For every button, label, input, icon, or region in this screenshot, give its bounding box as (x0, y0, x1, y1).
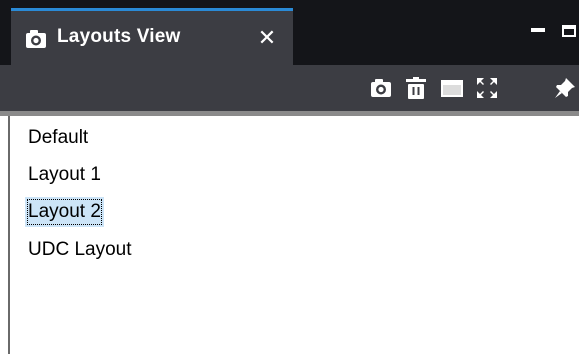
minimize-icon[interactable] (531, 28, 545, 32)
maximize-icon[interactable] (562, 25, 576, 37)
tab-layouts-view[interactable]: Layouts View ✕ (11, 8, 293, 65)
camera-icon (371, 79, 391, 97)
pin-icon (555, 78, 575, 98)
window-icon (441, 80, 463, 97)
pin-button[interactable] (553, 76, 577, 100)
list-item-udc-layout[interactable]: UDC Layout (25, 235, 135, 265)
layouts-list: Default Layout 1 Layout 2 UDC Layout (8, 116, 579, 354)
expand-icon (477, 78, 497, 98)
window-button[interactable] (440, 76, 464, 100)
delete-button[interactable] (404, 76, 428, 100)
toolbar (0, 65, 579, 111)
list-item-layout-1[interactable]: Layout 1 (25, 160, 104, 190)
tab-title: Layouts View (57, 26, 181, 47)
trash-icon (406, 77, 426, 99)
list-item-default[interactable]: Default (25, 123, 91, 153)
camera-button[interactable] (369, 76, 393, 100)
list-item-layout-2[interactable]: Layout 2 (25, 197, 104, 227)
tab-bar: Layouts View ✕ (0, 0, 579, 65)
layouts-view-panel: Layouts View ✕ Default Layout 1 Layout 2… (0, 0, 579, 354)
fullscreen-button[interactable] (475, 76, 499, 100)
camera-icon (25, 29, 47, 49)
close-icon[interactable]: ✕ (255, 26, 279, 50)
